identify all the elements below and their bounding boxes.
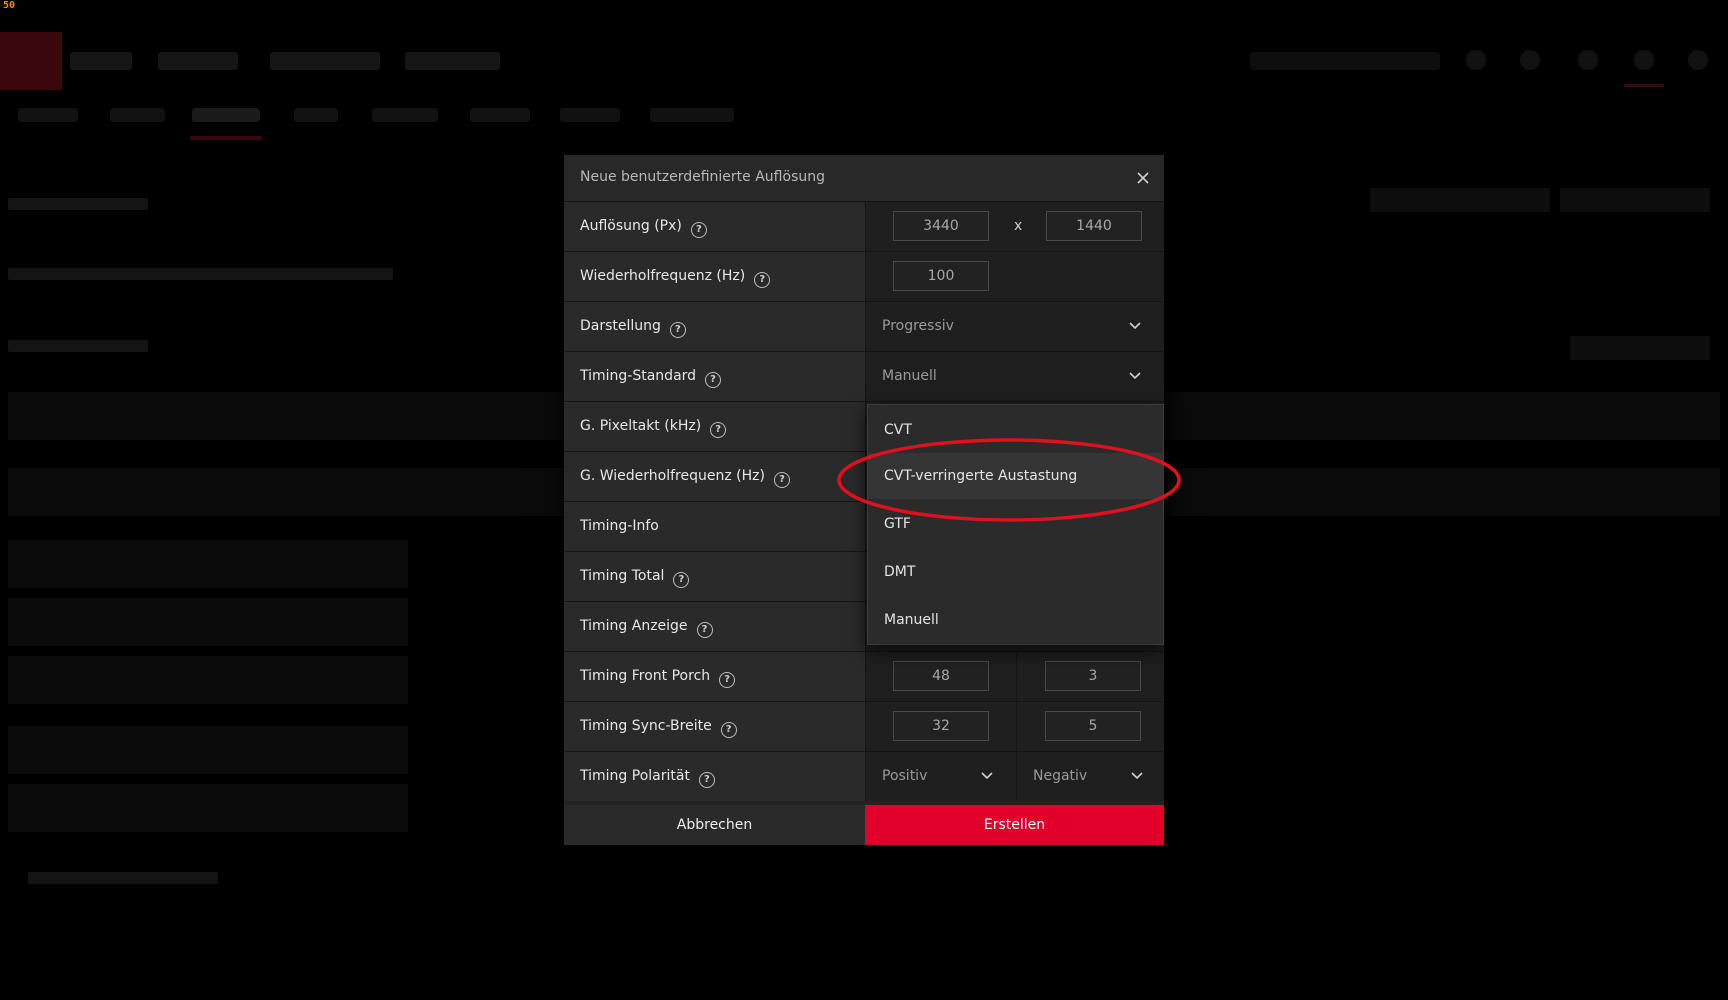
- help-icon[interactable]: ?: [669, 321, 686, 338]
- chevron-down-icon: [1129, 322, 1141, 330]
- polarity-horizontal-select[interactable]: Positiv: [866, 752, 1016, 801]
- label-timing-total: Timing Total: [580, 568, 665, 584]
- row-front-porch: Timing Front Porch? 48 3: [564, 651, 1164, 701]
- dialog-header: Neue benutzerdefinierte Auflösung: [564, 155, 1164, 201]
- bg-icon: [1520, 50, 1540, 70]
- chevron-down-icon: [1129, 372, 1141, 380]
- timing-standard-dropdown: CVT CVT-verringerte Austastung GTF DMT M…: [867, 404, 1164, 645]
- dropdown-option-cvt-reduced-blanking[interactable]: CVT-verringerte Austastung: [868, 453, 1163, 499]
- bg-icon: [1578, 50, 1598, 70]
- dropdown-option-gtf[interactable]: GTF: [868, 501, 1163, 547]
- bg-search-field: [1250, 52, 1440, 70]
- dropdown-option-cvt[interactable]: CVT: [868, 407, 1163, 453]
- row-resolution: Auflösung (Px)? 3440 x 1440: [564, 201, 1164, 251]
- bg-subtab: [650, 108, 734, 122]
- polarity-vertical-select[interactable]: Negativ: [1017, 752, 1164, 801]
- bg-control: [1570, 336, 1710, 360]
- front-porch-vertical-input[interactable]: 3: [1045, 661, 1141, 691]
- row-timing-standard: Timing-Standard? Manuell: [564, 351, 1164, 401]
- app-logo: [0, 32, 62, 90]
- bg-active-indicator: [1624, 84, 1664, 87]
- chevron-down-icon: [981, 772, 993, 780]
- row-scan-type: Darstellung? Progressiv: [564, 301, 1164, 351]
- close-icon[interactable]: [1132, 167, 1154, 189]
- timing-standard-value: Manuell: [882, 368, 937, 384]
- label-resolution: Auflösung (Px): [580, 218, 682, 234]
- bg-subtab: [372, 108, 438, 122]
- resolution-separator: x: [1014, 218, 1023, 234]
- help-icon[interactable]: ?: [754, 271, 771, 288]
- bg-icon: [1466, 50, 1486, 70]
- row-refresh-rate: Wiederholfrequenz (Hz)? 100: [564, 251, 1164, 301]
- bg-row: [8, 726, 408, 774]
- dropdown-option-dmt[interactable]: DMT: [868, 549, 1163, 595]
- row-sync-width: Timing Sync-Breite? 32 5: [564, 701, 1164, 751]
- dialog-title: Neue benutzerdefinierte Auflösung: [580, 169, 825, 185]
- bg-row: [8, 656, 408, 704]
- dropdown-option-manual[interactable]: Manuell: [868, 597, 1163, 643]
- resolution-width-input[interactable]: 3440: [893, 211, 989, 241]
- bg-icon: [1688, 50, 1708, 70]
- front-porch-horizontal-input[interactable]: 48: [893, 661, 989, 691]
- timing-standard-select[interactable]: Manuell: [866, 352, 1164, 401]
- scan-type-select[interactable]: Progressiv: [866, 302, 1164, 351]
- label-timing-standard: Timing-Standard: [580, 368, 697, 384]
- bg-row: [8, 784, 408, 832]
- help-icon[interactable]: ?: [696, 621, 713, 638]
- bg-display-name: [8, 268, 393, 280]
- sync-width-vertical-input[interactable]: 5: [1045, 711, 1141, 741]
- help-icon[interactable]: ?: [720, 721, 737, 738]
- bg-nav-tab: [405, 52, 500, 70]
- bg-row: [8, 540, 408, 588]
- bg-row: [8, 598, 408, 646]
- polarity-vertical-value: Negativ: [1033, 768, 1088, 784]
- bg-gear-icon: [1634, 50, 1654, 70]
- bg-control: [1560, 188, 1710, 212]
- help-icon[interactable]: ?: [690, 221, 707, 238]
- resolution-height-input[interactable]: 1440: [1046, 211, 1142, 241]
- help-icon[interactable]: ?: [698, 771, 715, 788]
- bg-subtab: [560, 108, 620, 122]
- label-polarity: Timing Polarität: [580, 768, 690, 784]
- help-icon[interactable]: ?: [719, 671, 736, 688]
- bg-section-title: [8, 340, 148, 352]
- bg-subtab: [294, 108, 338, 122]
- help-icon[interactable]: ?: [773, 471, 790, 488]
- bg-nav-tab: [270, 52, 380, 70]
- help-icon[interactable]: ?: [710, 421, 727, 438]
- bg-subtab-indicator: [190, 136, 262, 140]
- label-timing-info: Timing-Info: [580, 518, 659, 534]
- bg-subtab: [110, 108, 165, 122]
- help-icon[interactable]: ?: [673, 571, 690, 588]
- chevron-down-icon: [1131, 772, 1143, 780]
- label-scan-type: Darstellung: [580, 318, 661, 334]
- row-polarity: Timing Polarität? Positiv Negativ: [564, 751, 1164, 801]
- bg-nav-tab: [70, 52, 132, 70]
- bg-subtab: [192, 108, 260, 122]
- label-timing-display: Timing Anzeige: [580, 618, 688, 634]
- refresh-rate-input[interactable]: 100: [893, 261, 989, 291]
- bg-subtab: [18, 108, 78, 122]
- bg-subtab: [470, 108, 530, 122]
- polarity-horizontal-value: Positiv: [882, 768, 928, 784]
- scan-type-value: Progressiv: [882, 318, 954, 334]
- create-button[interactable]: Erstellen: [865, 805, 1164, 845]
- label-pixel-clock: G. Pixeltakt (kHz): [580, 418, 702, 434]
- sync-width-horizontal-input[interactable]: 32: [893, 711, 989, 741]
- cancel-button[interactable]: Abbrechen: [564, 805, 865, 845]
- label-effective-refresh: G. Wiederholfrequenz (Hz): [580, 468, 765, 484]
- help-icon[interactable]: ?: [705, 371, 722, 388]
- label-front-porch: Timing Front Porch: [580, 668, 711, 684]
- bg-nav-tab: [158, 52, 238, 70]
- label-sync-width: Timing Sync-Breite: [580, 718, 712, 734]
- bg-control: [1370, 188, 1550, 212]
- bg-link: [28, 872, 218, 884]
- bg-heading: [8, 198, 148, 210]
- label-refresh-rate: Wiederholfrequenz (Hz): [580, 268, 746, 284]
